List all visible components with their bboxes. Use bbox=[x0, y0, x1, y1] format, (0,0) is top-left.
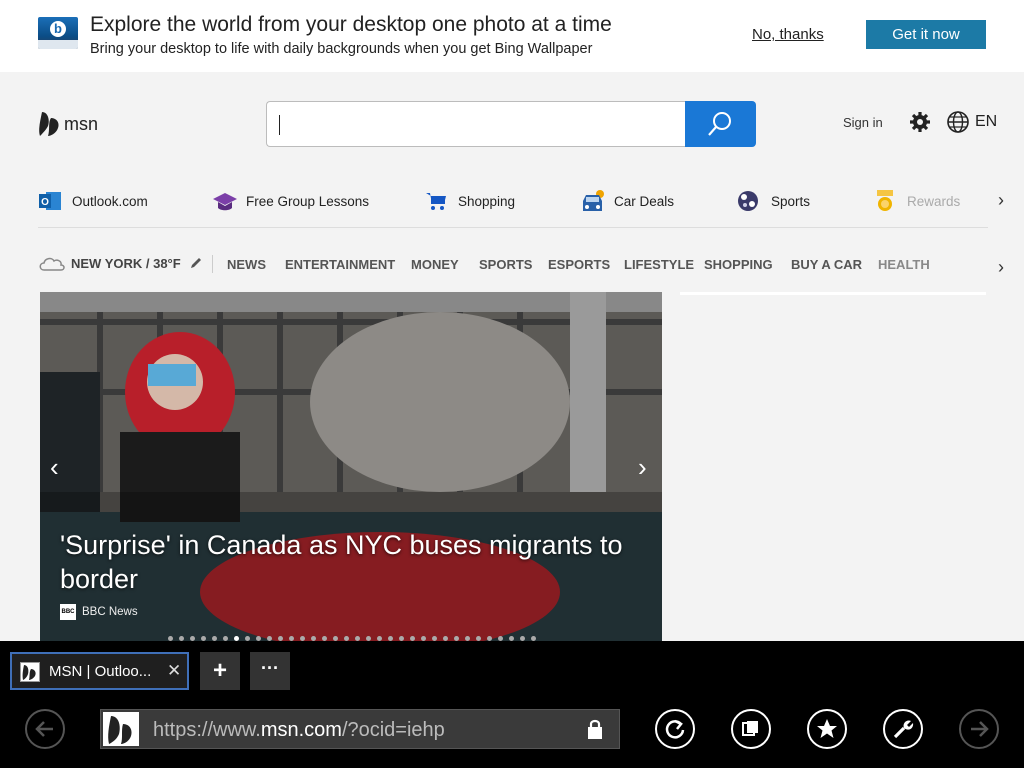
address-bar[interactable]: https://www.msn.com/?ocid=iehp bbox=[100, 709, 620, 749]
refresh-icon bbox=[665, 719, 685, 739]
wrench-icon bbox=[893, 720, 914, 739]
svg-text:O: O bbox=[41, 197, 49, 208]
msn-logo-text: msn bbox=[64, 114, 99, 134]
tab-close-icon[interactable]: ✕ bbox=[167, 661, 181, 681]
carousel-next-chevron-icon[interactable]: › bbox=[638, 452, 647, 483]
quick-links-next-chevron-icon[interactable]: › bbox=[998, 190, 1004, 211]
tab-title: MSN | Outloo... bbox=[49, 663, 152, 680]
nav-sports[interactable]: SPORTS bbox=[479, 257, 532, 272]
new-tab-button[interactable]: + bbox=[200, 652, 240, 690]
banner-subtitle: Bring your desktop to life with daily ba… bbox=[90, 41, 593, 57]
source-label: BBC News bbox=[82, 606, 138, 618]
banner-title: Explore the world from your desktop one … bbox=[90, 13, 612, 36]
tools-button[interactable] bbox=[883, 709, 923, 749]
msn-logo[interactable]: msn bbox=[38, 110, 108, 140]
tab-more-button[interactable]: ··· bbox=[250, 652, 290, 690]
hero-carousel[interactable]: ‹ › 'Surprise' in Canada as NYC buses mi… bbox=[40, 292, 662, 642]
language-selector[interactable]: EN bbox=[975, 113, 997, 131]
back-button[interactable] bbox=[25, 709, 65, 749]
back-arrow-icon bbox=[35, 721, 53, 737]
tab-msn[interactable]: MSN | Outloo... ✕ bbox=[10, 652, 189, 690]
tabs-button[interactable] bbox=[731, 709, 771, 749]
lock-icon[interactable] bbox=[585, 718, 605, 745]
nav-esports[interactable]: ESPORTS bbox=[548, 257, 610, 272]
cloud-icon bbox=[39, 257, 65, 271]
outlook-icon: O bbox=[38, 189, 62, 213]
no-thanks-link[interactable]: No, thanks bbox=[752, 26, 824, 43]
search-icon bbox=[708, 112, 731, 136]
quick-link-label: Shopping bbox=[458, 193, 516, 209]
divider bbox=[212, 255, 213, 273]
quick-link-label: Free Group Lessons bbox=[246, 193, 370, 209]
nav-shopping[interactable]: SHOPPING bbox=[704, 257, 773, 272]
sports-ball-icon bbox=[737, 189, 761, 213]
sign-in-link[interactable]: Sign in bbox=[843, 115, 883, 130]
search-input[interactable] bbox=[266, 101, 686, 147]
forward-arrow-icon bbox=[971, 721, 989, 737]
carousel-previous-chevron-icon[interactable]: ‹ bbox=[50, 452, 59, 483]
graduation-cap-icon bbox=[212, 189, 237, 213]
quick-link-shopping[interactable]: Shopping bbox=[424, 185, 515, 217]
quick-link-sports[interactable]: Sports bbox=[737, 185, 810, 217]
quick-link-label: Sports bbox=[771, 193, 811, 209]
nav-news[interactable]: NEWS bbox=[227, 257, 266, 272]
gear-icon[interactable] bbox=[908, 110, 932, 139]
get-it-now-button[interactable]: Get it now bbox=[866, 20, 986, 49]
pencil-icon[interactable] bbox=[189, 256, 203, 270]
right-panel bbox=[680, 292, 986, 642]
nav-entertainment[interactable]: ENTERTAINMENT bbox=[285, 257, 395, 272]
quick-link-label: Outlook.com bbox=[72, 193, 148, 209]
msn-favicon-icon bbox=[20, 662, 40, 682]
hero-headline[interactable]: 'Surprise' in Canada as NYC buses migran… bbox=[60, 528, 650, 596]
car-icon bbox=[580, 189, 604, 213]
quick-link-label: Car Deals bbox=[614, 193, 675, 209]
nav-lifestyle[interactable]: LIFESTYLE bbox=[624, 257, 694, 272]
quick-link-free-group-lessons[interactable]: Free Group Lessons bbox=[212, 185, 369, 217]
refresh-button[interactable] bbox=[655, 709, 695, 749]
bing-wallpaper-logo-icon: b bbox=[38, 17, 78, 49]
nav-next-chevron-icon[interactable]: › bbox=[998, 257, 1004, 278]
nav-money[interactable]: MONEY bbox=[411, 257, 459, 272]
tabs-icon bbox=[742, 721, 758, 736]
quick-links-bar: O Outlook.com Free Group Lessons Shoppin… bbox=[0, 185, 1024, 217]
forward-button[interactable] bbox=[959, 709, 999, 749]
divider bbox=[38, 227, 988, 228]
quick-link-outlook[interactable]: O Outlook.com bbox=[38, 185, 148, 217]
search-button[interactable] bbox=[685, 101, 756, 147]
msn-butterfly-icon bbox=[39, 112, 59, 136]
quick-link-rewards[interactable]: Rewards bbox=[873, 185, 960, 217]
medal-icon bbox=[873, 189, 897, 213]
quick-link-car-deals[interactable]: Car Deals bbox=[580, 185, 674, 217]
text-caret bbox=[279, 115, 280, 135]
favorites-button[interactable] bbox=[807, 709, 847, 749]
star-icon bbox=[817, 719, 837, 738]
bing-wallpaper-banner: b Explore the world from your desktop on… bbox=[0, 0, 1024, 72]
quick-link-label: Rewards bbox=[907, 193, 961, 209]
globe-icon[interactable] bbox=[946, 110, 970, 139]
site-favicon-icon bbox=[101, 710, 141, 748]
bbc-logo-icon: BBC bbox=[60, 604, 76, 620]
weather-label: NEW YORK / 38°F bbox=[71, 255, 181, 271]
weather-widget[interactable]: NEW YORK / 38°F bbox=[38, 254, 203, 272]
nav-buy-a-car[interactable]: BUY A CAR bbox=[791, 257, 862, 272]
nav-health[interactable]: HEALTH bbox=[878, 257, 930, 272]
hero-source[interactable]: BBC BBC News bbox=[60, 604, 138, 620]
url-text[interactable]: https://www.msn.com/?ocid=iehp bbox=[153, 719, 445, 742]
shopping-cart-icon bbox=[424, 189, 448, 213]
